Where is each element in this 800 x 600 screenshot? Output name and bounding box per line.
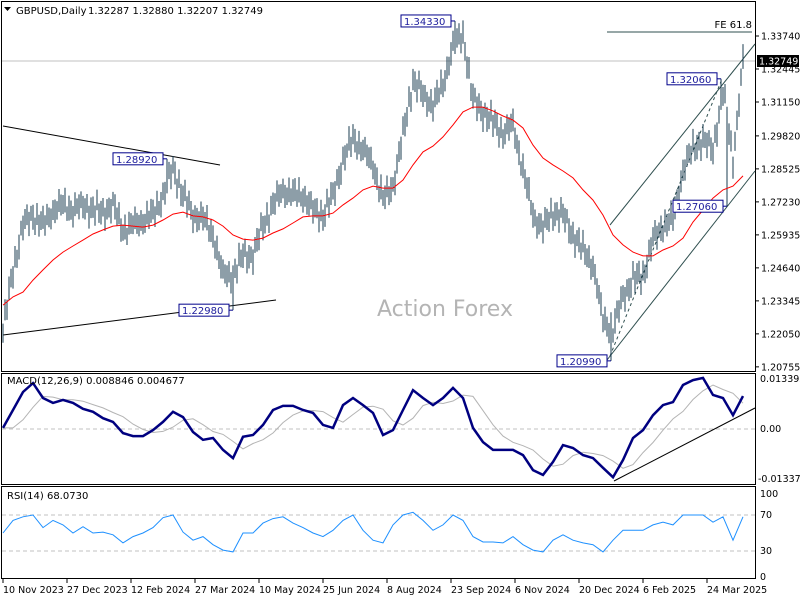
rsi-title: RSI(14) 68.0730 [7, 491, 88, 502]
watermark: Action Forex [377, 297, 513, 322]
annotation-label: 1.27060 [676, 202, 717, 213]
rsi-tick-30: 30 [760, 546, 772, 557]
price-tick-label: 1.25935 [761, 230, 800, 241]
time-tick-label: 10 May 2024 [259, 585, 321, 596]
symbol-label: GBPUSD,Daily [16, 6, 87, 17]
time-tick-label: 12 Feb 2024 [131, 585, 190, 596]
time-tick-label: 10 Nov 2023 [3, 585, 64, 596]
price-tick-label: 1.28525 [761, 164, 800, 175]
rsi-tick-0: 0 [760, 572, 766, 583]
time-tick-label: 23 Sep 2024 [451, 585, 511, 596]
time-tick-label: 8 Aug 2024 [387, 585, 442, 596]
time-tick-label: 25 Jun 2024 [323, 585, 380, 596]
trading-chart[interactable]: 1.337401.324451.311501.298201.285251.272… [0, 0, 800, 600]
time-tick-label: 27 Dec 2023 [67, 585, 128, 596]
annotation-label: 1.28920 [116, 155, 157, 166]
annotation-label: 1.20990 [560, 357, 601, 368]
price-tick-label: 1.31150 [761, 97, 800, 108]
time-tick-label: 6 Nov 2024 [515, 585, 570, 596]
price-tick-label: 1.23345 [761, 296, 800, 307]
fe-61.8-label: FE 61.8 [714, 20, 752, 31]
ohlc-readout: 1.32287 1.32880 1.32207 1.32749 [88, 6, 263, 17]
rsi-tick-100: 100 [760, 489, 778, 500]
time-tick-label: 27 Mar 2024 [195, 585, 255, 596]
rsi-tick-70: 70 [760, 510, 772, 521]
price-tick-label: 1.20755 [761, 362, 800, 373]
macd-tick-top: 0.013392 [760, 374, 800, 385]
macd-tick-bottom: -0.013378 [758, 474, 800, 485]
macd-title: MACD(12,26,9) 0.008846 0.004677 [7, 376, 185, 387]
price-tick-label: 1.22050 [761, 329, 800, 340]
macd-tick-zero: 0.00 [760, 424, 781, 435]
annotation-label: 1.34330 [404, 17, 445, 28]
current-price-tag-text: 1.32749 [759, 57, 798, 68]
annotation-label: 1.32060 [670, 75, 711, 86]
price-tick-label: 1.27230 [761, 197, 800, 208]
price-tick-label: 1.24640 [761, 263, 800, 274]
time-tick-label: 24 Mar 2025 [707, 585, 767, 596]
time-tick-label: 6 Feb 2025 [643, 585, 696, 596]
price-tick-label: 1.29820 [761, 131, 800, 142]
annotation-label: 1.22980 [182, 306, 223, 317]
price-tick-label: 1.33740 [761, 32, 800, 43]
time-tick-label: 20 Dec 2024 [579, 585, 640, 596]
